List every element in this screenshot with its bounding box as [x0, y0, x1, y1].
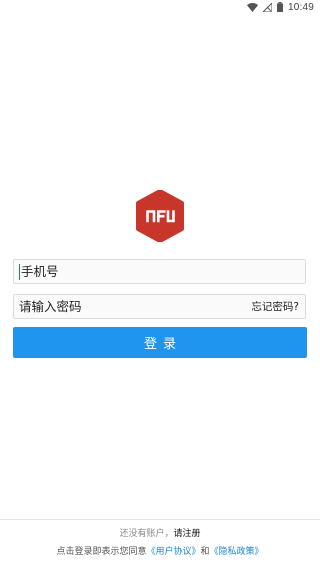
logo-text: NFU — [160, 219, 162, 221]
no-account-text: 还没有账户， — [119, 529, 174, 539]
signup-prompt: 还没有账户，请注册 — [0, 528, 320, 540]
signal-off-icon — [262, 2, 272, 12]
battery-icon — [276, 2, 283, 12]
password-input[interactable]: 请输入密码 忘记密码? — [13, 294, 306, 319]
login-button[interactable]: 登录 — [13, 327, 307, 358]
wifi-icon — [246, 2, 258, 12]
privacy-policy-link[interactable]: 《隐私政策》 — [210, 547, 264, 557]
forgot-password-link[interactable]: 忘记密码? — [251, 299, 305, 314]
phone-input[interactable]: 手机号 — [13, 259, 306, 284]
nfu-logo: NFU — [135, 189, 185, 243]
password-placeholder: 请输入密码 — [19, 299, 82, 314]
status-bar: 10:49 — [0, 0, 320, 14]
footer-divider — [0, 519, 320, 520]
user-agreement-link[interactable]: 《用户协议》 — [146, 547, 200, 557]
agreement-notice: 点击登录即表示您同意《用户协议》和《隐私政策》 — [0, 546, 320, 558]
signup-link[interactable]: 请注册 — [174, 529, 201, 539]
agreement-prefix: 点击登录即表示您同意 — [56, 547, 147, 557]
and-text: 和 — [200, 547, 210, 557]
text-caret — [19, 263, 20, 280]
status-time: 10:49 — [287, 1, 314, 13]
phone-input-value: 手机号 — [21, 264, 59, 279]
